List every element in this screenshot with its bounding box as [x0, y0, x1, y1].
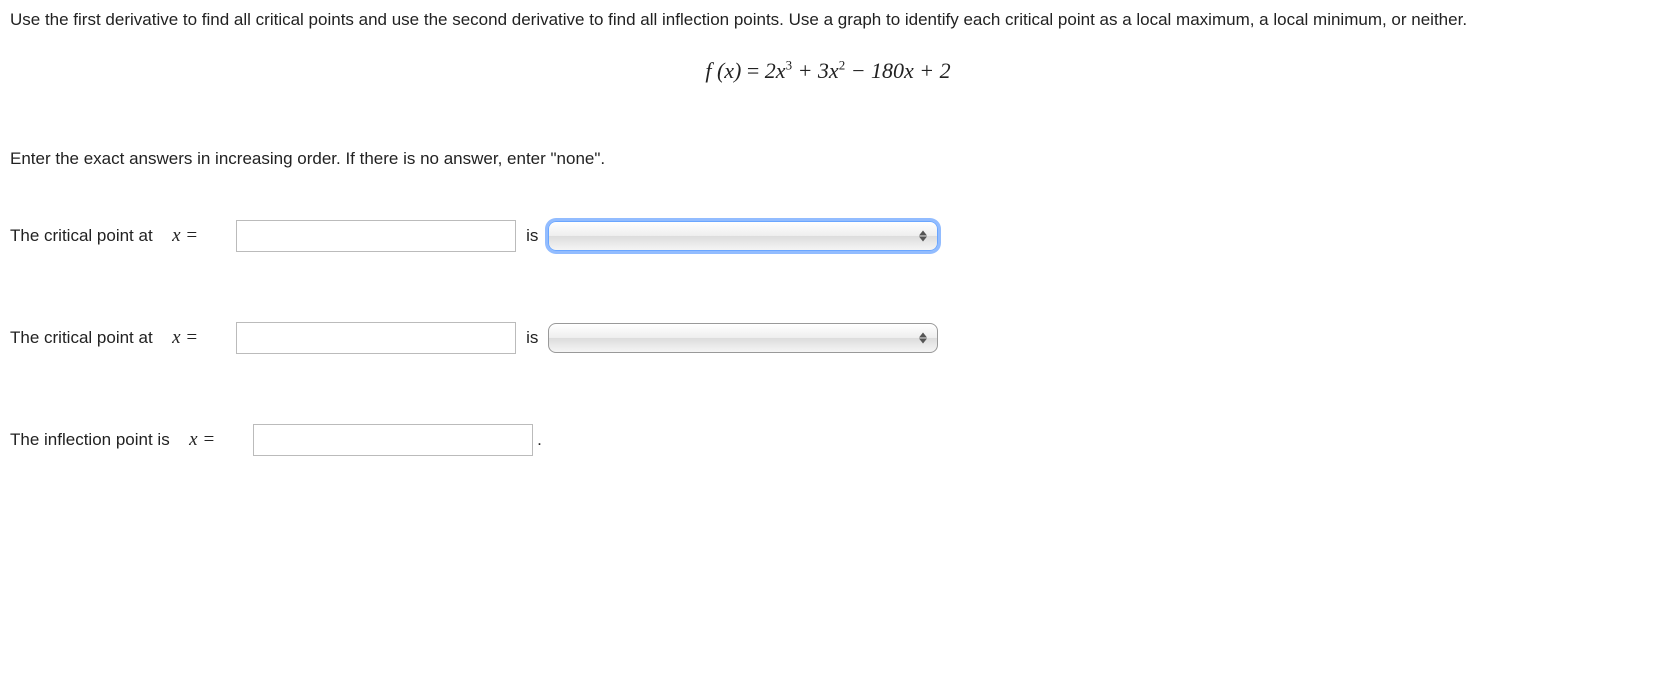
ip-label: The inflection point is [10, 428, 179, 452]
equals-sign: = [747, 58, 765, 83]
ip-period: . [537, 428, 542, 452]
ip-value-input[interactable] [253, 424, 533, 456]
formula-term2: + 3x [798, 58, 839, 83]
cp1-type-select[interactable] [548, 221, 938, 251]
critical-point-row-1: The critical point at x = is [10, 220, 1646, 252]
cp2-xeq: x = [172, 325, 198, 352]
critical-point-row-2: The critical point at x = is [10, 322, 1646, 354]
cp1-value-input[interactable] [236, 220, 516, 252]
chevron-up-down-icon [919, 231, 927, 242]
sub-instructions-text: Enter the exact answers in increasing or… [10, 147, 1646, 171]
chevron-up-down-icon [919, 333, 927, 344]
formula-lhs: f (x) [705, 58, 741, 83]
formula-tail: − 180x + 2 [851, 58, 951, 83]
formula-term1: 2x [765, 58, 786, 83]
cp2-type-select[interactable] [548, 323, 938, 353]
cp1-is: is [526, 224, 538, 248]
inflection-point-row: The inflection point is x = . [10, 424, 1646, 456]
ip-xeq: x = [189, 427, 215, 454]
cp2-is: is [526, 326, 538, 350]
formula-exp2: 2 [839, 57, 846, 72]
formula-display: f (x) = 2x3 + 3x2 − 180x + 2 [10, 56, 1646, 87]
cp1-xeq: x = [172, 223, 198, 250]
cp2-label: The critical point at [10, 326, 162, 350]
formula-exp1: 3 [786, 57, 793, 72]
instructions-text: Use the first derivative to find all cri… [10, 8, 1646, 32]
cp2-value-input[interactable] [236, 322, 516, 354]
cp1-label: The critical point at [10, 224, 162, 248]
